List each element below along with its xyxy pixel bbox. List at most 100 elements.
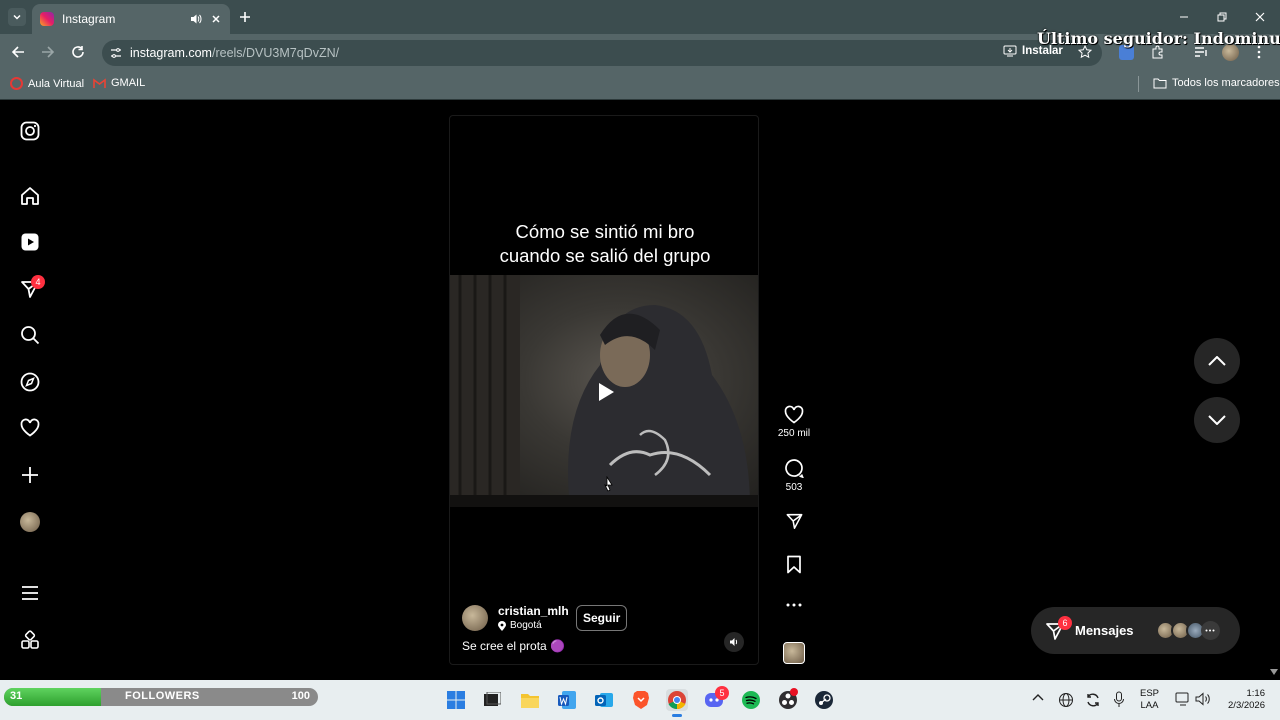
comment-action[interactable]: 503 <box>776 458 812 493</box>
restore-button[interactable] <box>1212 8 1232 26</box>
reel-author: cristian_mlh Bogotá <box>462 604 569 631</box>
followers-goal: 100 <box>291 690 310 702</box>
minimize-icon <box>1180 16 1188 18</box>
messages-badge: 6 <box>1058 616 1072 630</box>
share-action[interactable] <box>776 512 812 530</box>
arrow-left-icon <box>11 46 24 58</box>
chevron-down-icon <box>1208 415 1226 425</box>
reel-player[interactable]: Cómo se sintió mi bro cuando se salió de… <box>449 115 759 665</box>
sync-icon[interactable] <box>1085 692 1101 708</box>
address-bar[interactable]: instagram.com/reels/DVU3M7qDvZN/ <box>102 40 1102 66</box>
close-window-button[interactable] <box>1250 8 1270 26</box>
tab-title: Instagram <box>62 12 116 26</box>
previous-reel-button[interactable] <box>1194 338 1240 384</box>
next-reel-button[interactable] <box>1194 397 1240 443</box>
instagram-logo-icon[interactable] <box>18 119 42 143</box>
brave-icon[interactable] <box>630 689 652 711</box>
tab-search-button[interactable] <box>8 8 26 26</box>
chrome-taskbar-icon[interactable] <box>666 689 688 711</box>
page-scrollbar[interactable] <box>1268 101 1280 680</box>
close-icon <box>1255 12 1265 22</box>
bookmark-gmail[interactable]: GMAIL <box>93 77 145 89</box>
network-globe-icon[interactable] <box>1058 692 1074 708</box>
restore-icon <box>1217 12 1227 22</box>
speaker-icon <box>730 638 738 646</box>
tab-instagram[interactable]: Instagram <box>32 4 230 34</box>
location-pin-icon <box>498 620 506 631</box>
chevron-up-icon <box>1208 356 1226 366</box>
volume-icon[interactable] <box>1195 692 1211 706</box>
mute-button[interactable] <box>724 632 744 652</box>
explore-compass-icon[interactable] <box>18 370 42 394</box>
steam-icon[interactable] <box>813 689 835 711</box>
caption-line-1: Cómo se sintió mi bro <box>515 221 695 242</box>
scroll-down-arrow-icon <box>1270 669 1278 675</box>
bookmark-aula-virtual[interactable]: Aula Virtual <box>10 77 84 90</box>
reload-button[interactable] <box>69 43 87 61</box>
messages-label: Mensajes <box>1075 623 1134 638</box>
followers-goal-widget: 31 FOLLOWERS 100 <box>4 688 318 706</box>
site-settings-icon[interactable] <box>110 47 122 59</box>
author-avatar[interactable] <box>462 604 488 631</box>
speaker-icon[interactable] <box>190 13 202 25</box>
author-username[interactable]: cristian_mlh <box>498 604 569 618</box>
chevron-down-icon <box>13 14 21 20</box>
task-view-icon[interactable] <box>481 689 503 711</box>
apps-grid-icon[interactable] <box>18 628 42 652</box>
bookmarks-divider <box>1138 76 1139 92</box>
author-location[interactable]: Bogotá <box>498 620 569 631</box>
mouse-cursor-icon <box>604 476 613 492</box>
active-app-indicator <box>672 714 682 717</box>
message-avatars <box>1155 621 1220 640</box>
spotify-icon[interactable] <box>740 689 762 711</box>
play-icon[interactable] <box>593 380 617 404</box>
profile-avatar-sidebar[interactable] <box>20 512 40 532</box>
reel-description[interactable]: Se cree el prota 🟣 <box>462 639 565 653</box>
url-path: /reels/DVU3M7qDvZN/ <box>211 46 340 60</box>
create-plus-icon[interactable] <box>18 463 42 487</box>
search-icon[interactable] <box>18 323 42 347</box>
more-horizontal-icon <box>786 603 802 607</box>
comments-count: 503 <box>785 482 803 493</box>
followers-current: 31 <box>10 690 23 702</box>
forward-button[interactable] <box>39 43 57 61</box>
likes-count: 250 mil <box>777 428 811 439</box>
reels-icon[interactable] <box>18 230 42 254</box>
language-line-2: LAA <box>1140 700 1159 711</box>
notifications-badge: 4 <box>31 275 45 289</box>
close-tab-icon[interactable] <box>210 13 222 25</box>
more-avatars-icon <box>1200 621 1220 640</box>
display-icon[interactable] <box>1175 692 1191 706</box>
url-host: instagram.com <box>130 46 212 60</box>
instagram-favicon-icon <box>40 12 54 26</box>
home-icon[interactable] <box>18 184 42 208</box>
bookmarks-bar <box>0 70 1280 100</box>
clock[interactable]: 1:16 2/3/2026 <box>1221 688 1265 712</box>
more-options-action[interactable] <box>776 603 812 607</box>
minimize-button[interactable] <box>1174 8 1194 26</box>
windows-start-icon[interactable] <box>445 689 467 711</box>
follow-button[interactable]: Seguir <box>576 605 628 631</box>
new-tab-button[interactable] <box>236 8 254 26</box>
comment-icon <box>785 459 804 478</box>
system-tray-expand-button[interactable] <box>1032 693 1044 701</box>
like-action[interactable]: 250 mil <box>776 405 812 439</box>
all-bookmarks-button[interactable]: Todos los marcadores <box>1153 77 1280 89</box>
messages-dock[interactable]: Mensajes <box>1031 607 1240 654</box>
language-indicator[interactable]: ESP LAA <box>1140 688 1159 712</box>
reel-caption-overlay: Cómo se sintió mi bro cuando se salió de… <box>450 220 758 268</box>
arrow-right-icon <box>42 46 55 58</box>
audio-thumbnail[interactable] <box>783 642 805 664</box>
share-send-icon <box>786 513 802 529</box>
menu-hamburger-icon[interactable] <box>18 581 42 605</box>
discord-badge: 5 <box>715 686 729 700</box>
install-icon <box>1003 45 1017 57</box>
save-action[interactable] <box>776 555 812 574</box>
file-explorer-icon[interactable] <box>519 689 541 711</box>
outlook-icon[interactable] <box>593 689 615 711</box>
microphone-icon[interactable] <box>1113 691 1125 708</box>
gmail-icon <box>93 77 106 88</box>
word-icon[interactable] <box>556 689 578 711</box>
heart-icon[interactable] <box>18 416 42 440</box>
back-button[interactable] <box>9 43 27 61</box>
